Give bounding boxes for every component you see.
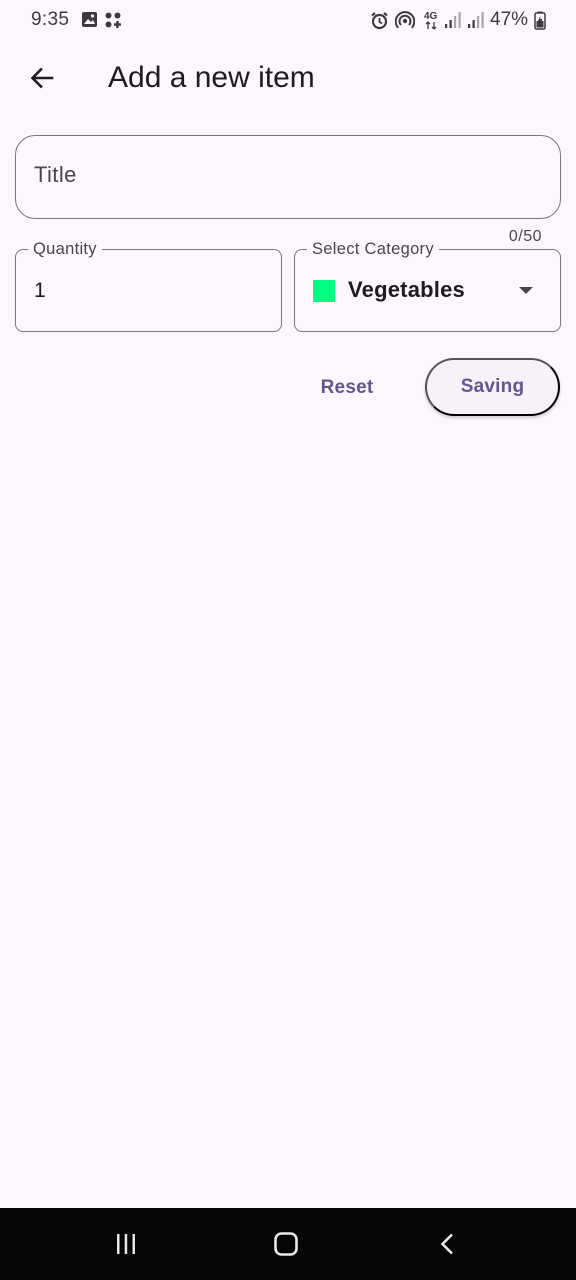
home-icon <box>274 1232 298 1256</box>
signal-icon <box>467 11 485 34</box>
category-field-label: Select Category <box>307 238 439 260</box>
category-dropdown[interactable]: Select Category Vegetables <box>294 238 561 332</box>
recents-button[interactable] <box>106 1224 146 1264</box>
status-time: 9:35 <box>31 9 70 30</box>
image-icon <box>81 11 98 33</box>
status-bar: 9:35 4G 47% <box>0 0 576 40</box>
title-input[interactable]: Title <box>15 135 561 219</box>
4g-icon: 4G <box>423 9 441 36</box>
title-character-counter: 0/50 <box>508 228 542 245</box>
category-selected-value: Vegetables <box>348 277 465 302</box>
save-button[interactable]: Saving <box>425 358 560 416</box>
category-color-swatch <box>313 280 335 302</box>
title-field-label: Title <box>34 162 77 187</box>
home-button[interactable] <box>266 1224 306 1264</box>
back-button[interactable] <box>22 58 62 98</box>
arrow-left-icon <box>30 67 54 89</box>
hotspot-icon <box>394 11 416 35</box>
page-title: Add a new item <box>108 61 315 94</box>
quantity-field-label: Quantity <box>28 238 102 260</box>
alarm-icon <box>370 11 389 35</box>
reset-button[interactable]: Reset <box>303 360 391 416</box>
battery-icon <box>534 11 546 35</box>
svg-text:4G: 4G <box>424 11 438 22</box>
screen: 9:35 4G 47% Add a new item Title 0/50 Qu… <box>0 0 576 1280</box>
dropdown-arrow-icon <box>519 287 533 294</box>
battery-percentage: 47% <box>490 9 529 30</box>
apps-icon <box>104 11 122 34</box>
recents-icon <box>117 1234 135 1254</box>
system-back-button[interactable] <box>428 1224 468 1264</box>
back-icon <box>440 1233 453 1255</box>
quantity-value: 1 <box>34 279 46 302</box>
navigation-bar <box>0 1208 576 1280</box>
quantity-input[interactable]: Quantity 1 <box>15 238 282 332</box>
signal-icon <box>444 11 462 34</box>
